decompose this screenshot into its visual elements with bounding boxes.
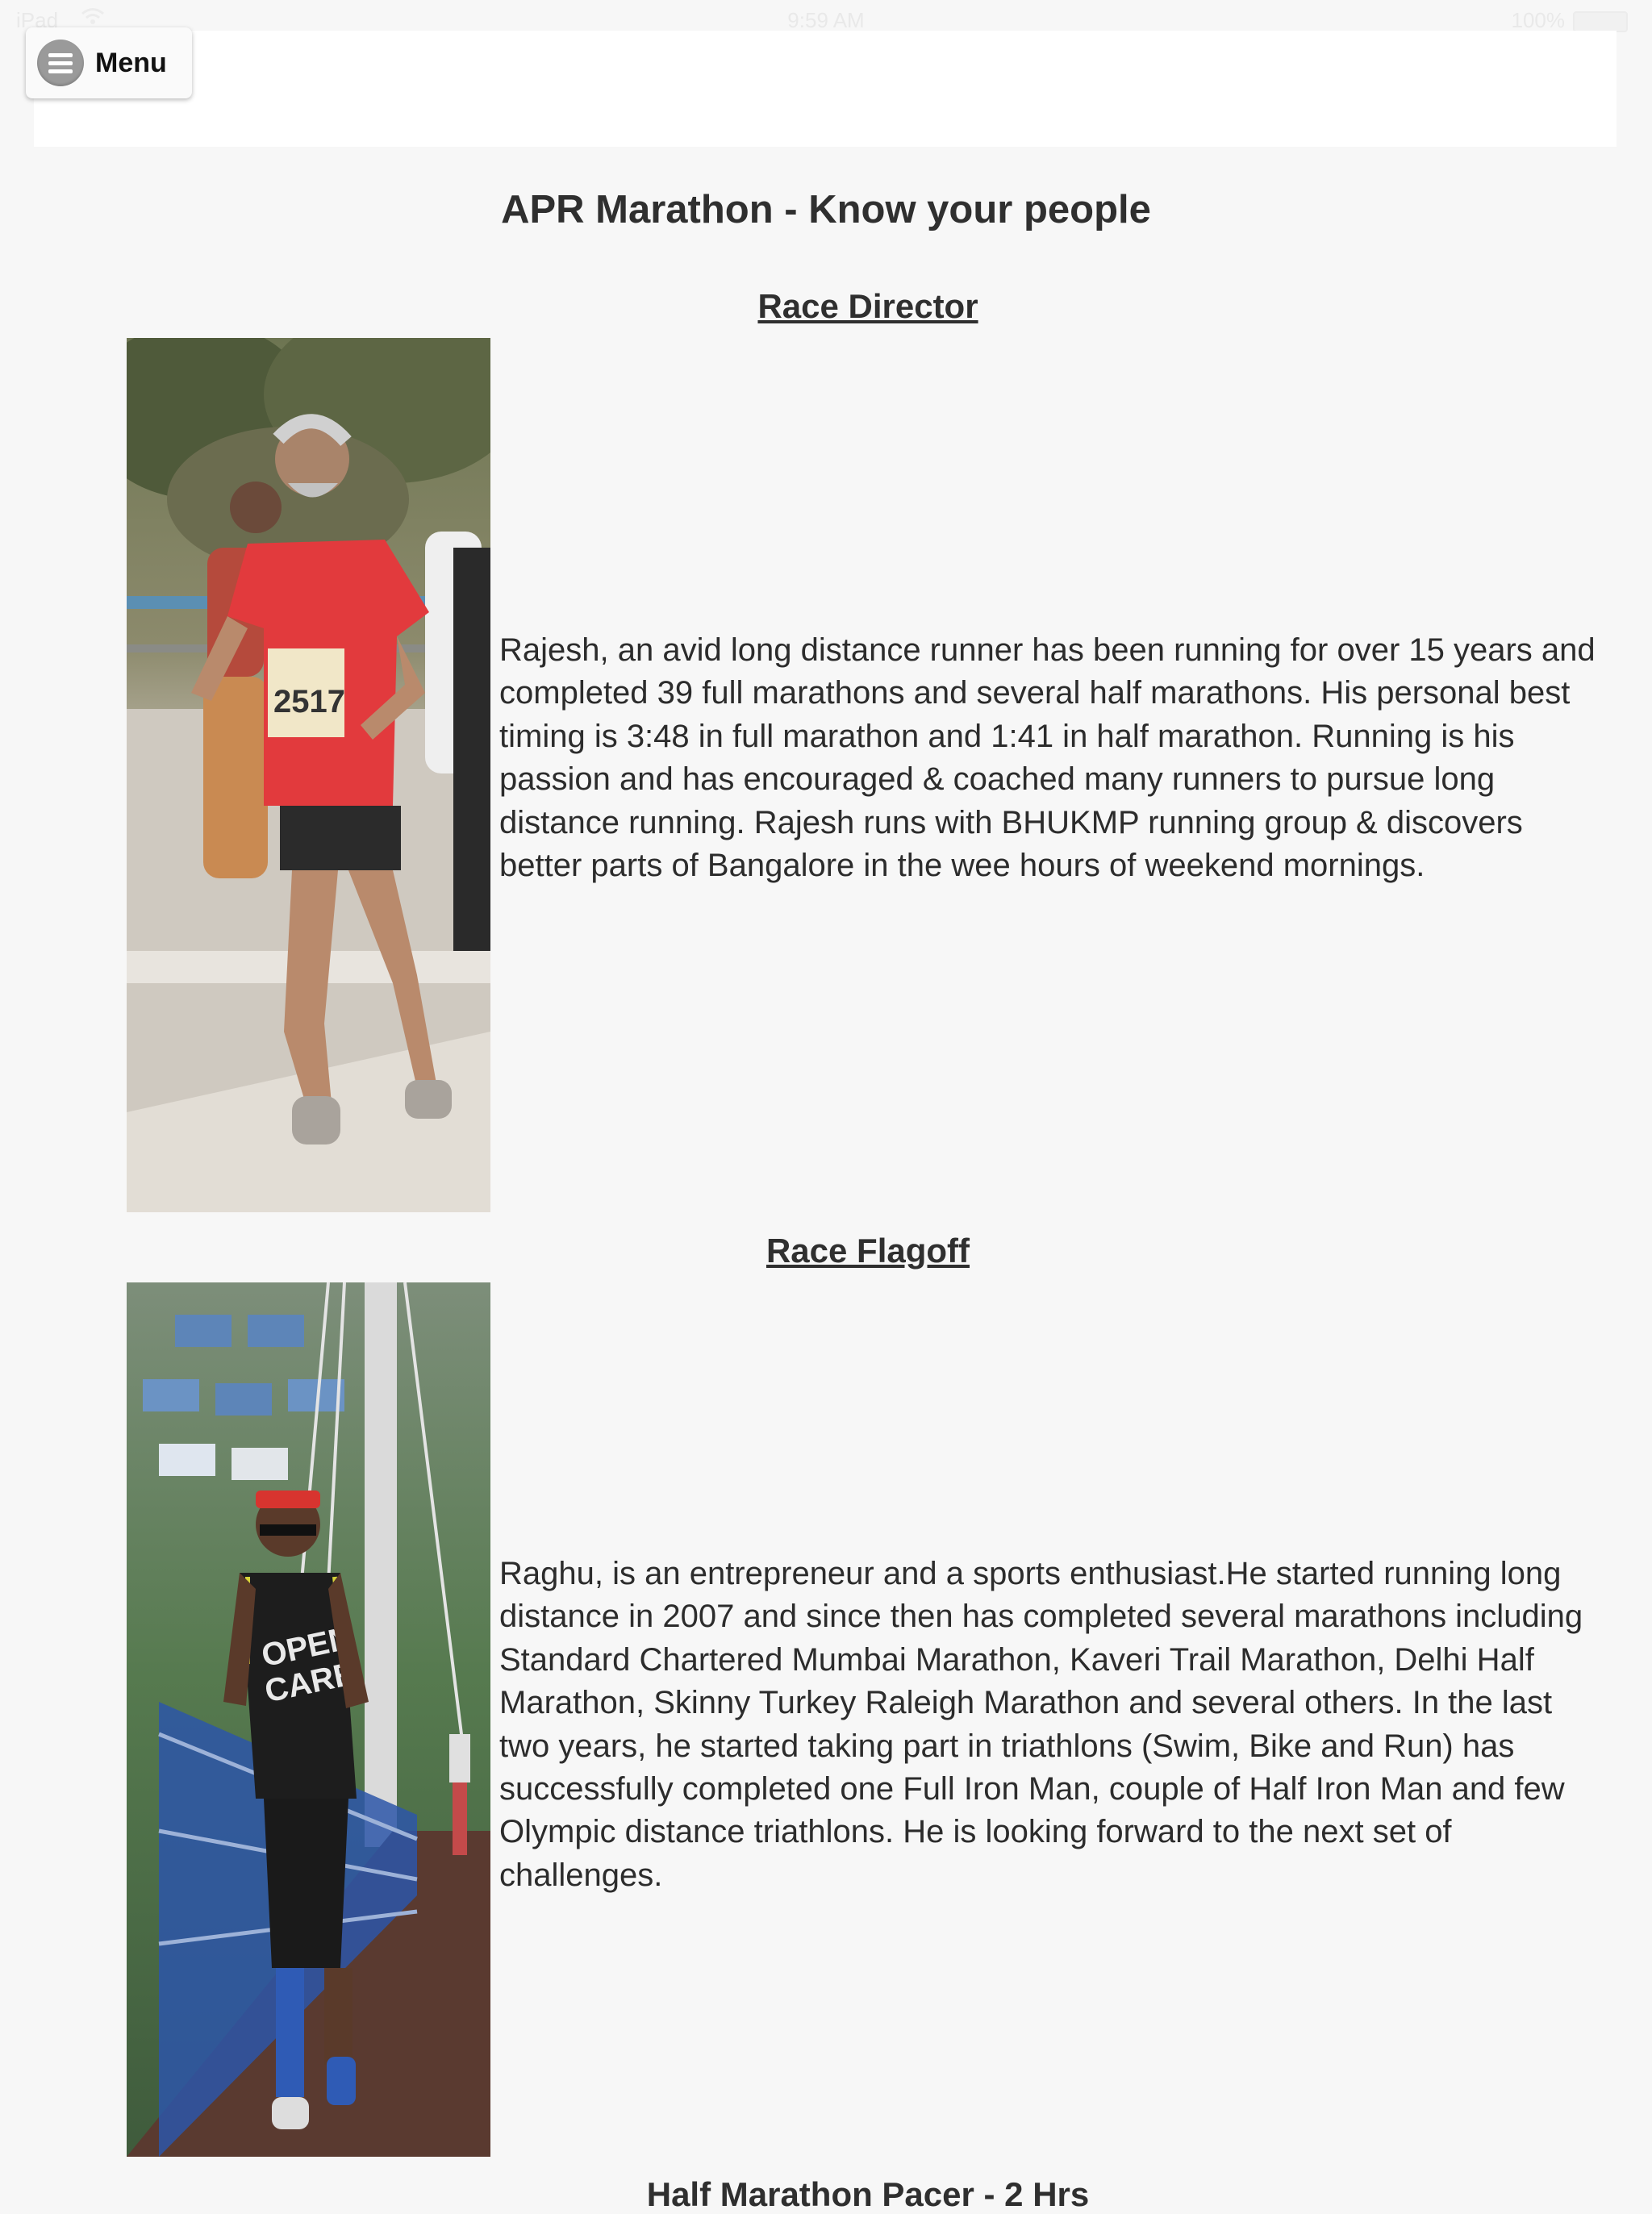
- status-time: 9:59 AM: [787, 8, 865, 32]
- hamburger-icon: [37, 40, 84, 86]
- header-bar: [34, 31, 1617, 147]
- race-director-photo: 2517: [127, 338, 490, 1212]
- race-director-bio: Rajesh, an avid long distance runner has…: [499, 632, 1596, 884]
- menu-label: Menu: [95, 47, 167, 78]
- menu-button[interactable]: Menu: [26, 27, 192, 98]
- section-heading-race-director: Race Director: [757, 287, 978, 325]
- battery-percent: 100%: [1511, 8, 1566, 32]
- race-flagoff-photo: OPEN CARE 419: [127, 1282, 490, 2157]
- section-heading-half-marathon-pacer: Half Marathon Pacer - 2 Hrs: [646, 2175, 1090, 2213]
- status-bar: iPad 9:59 AM 100%: [0, 0, 1652, 32]
- page-title: APR Marathon - Know your people: [501, 188, 1151, 231]
- section-heading-race-flagoff: Race Flagoff: [766, 1232, 970, 1270]
- race-flagoff-bio: Raghu, is an entrepreneur and a sports e…: [499, 1556, 1583, 1893]
- runner-bib-text: 2517: [273, 684, 345, 719]
- battery-icon: [1573, 11, 1628, 32]
